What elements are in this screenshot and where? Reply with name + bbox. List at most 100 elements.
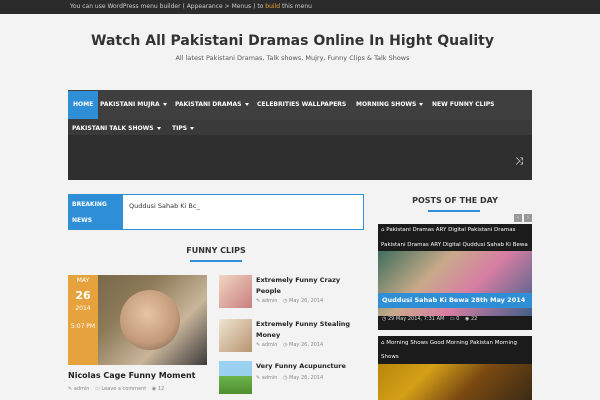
pencil-icon: ✎: [256, 375, 261, 381]
breaking-news-label: BREAKING NEWS: [69, 195, 123, 229]
funny-clips-underline: [190, 260, 242, 262]
pencil-icon: ✎: [256, 342, 261, 348]
nav-item-tips[interactable]: TIPS: [172, 123, 195, 135]
post-views: 12: [157, 386, 165, 392]
list-item: Very Funny Acupuncture ✎ admin ◷ May 26,…: [219, 361, 364, 400]
chevron-down-icon: [244, 103, 249, 106]
nav-lower-band: [68, 135, 532, 180]
nav-label: TIPS: [172, 125, 188, 132]
site-title[interactable]: Watch All Pakistani Dramas Online In Hig…: [0, 33, 585, 49]
list-item: Extremely Funny Stealing Money ✎ admin ◷…: [219, 319, 364, 359]
clock-icon: ◷: [283, 298, 288, 304]
shuffle-icon[interactable]: ⤨: [512, 156, 526, 168]
nav-item-celebrities-wallpapers[interactable]: CELEBRITIES WALLPAPERS: [257, 99, 346, 111]
clock-icon: ◷: [382, 316, 387, 322]
nav-label: MORNING SHOWS: [356, 101, 417, 108]
post-category-line2[interactable]: Shows: [381, 352, 531, 362]
post-category-line1[interactable]: Morning Shows Good Morning Pakistan Morn…: [386, 340, 517, 346]
post-title[interactable]: Very Funny Acupuncture: [256, 361, 366, 372]
post-date: May 26, 2014: [289, 342, 324, 348]
chevron-down-icon: [190, 127, 195, 130]
top-bar-build-link[interactable]: build: [265, 3, 280, 10]
clock-icon: ◷: [283, 342, 288, 348]
post-date: May 26, 2014: [289, 375, 324, 381]
post-category-line1[interactable]: Pakistani Dramas ARY Digital Pakistani D…: [386, 227, 515, 233]
site-tagline: All latest Pakistani Dramas, Talk shows,…: [175, 54, 410, 62]
date-day: 26: [75, 289, 91, 302]
top-bar: You can use WordPress menu builder ( App…: [0, 0, 600, 14]
date-time: 5:07 PM: [70, 323, 96, 330]
featured-post-title[interactable]: Nicolas Cage Funny Moment: [68, 371, 195, 380]
featured-post-photo-subject: [120, 290, 180, 350]
post-date: 29 May 2014, 7:31 AM: [387, 316, 445, 322]
home-icon: ⌂: [381, 227, 385, 233]
post-caption[interactable]: Quddusi Sahab Ki Bewa 28th May 2014: [378, 293, 532, 308]
nav-item-pakistani-talk-shows[interactable]: PAKISTANI TALK SHOWS: [72, 123, 161, 135]
post-title[interactable]: Extremely Funny Crazy People: [256, 275, 366, 297]
chevron-right-icon[interactable]: ›: [524, 214, 532, 222]
post-comments[interactable]: 0: [456, 316, 459, 322]
posts-of-the-day-card[interactable]: ⌂ Morning Shows Good Morning Pakistan Mo…: [378, 336, 532, 400]
nav-label: PAKISTANI DRAMAS: [175, 101, 242, 108]
featured-post-date-badge: MAY 26 2014 5:07 PM: [68, 275, 98, 365]
post-category-line2[interactable]: Pakistani Dramas ARY Digital Quddusi Sah…: [381, 240, 531, 250]
eye-icon: ◉: [465, 316, 470, 322]
nav-item-home[interactable]: HOME: [68, 91, 99, 119]
clock-icon: ◷: [283, 375, 288, 381]
comment-icon: ▭: [95, 386, 100, 392]
nav-item-new-funny-clips[interactable]: NEW FUNNY CLIPS: [432, 99, 494, 111]
post-meta: ✎ admin ◷ May 26, 2014: [256, 375, 323, 381]
nav-row-1: HOME PAKISTANI MUJRA PAKISTANI DRAMAS CE…: [68, 90, 532, 120]
posts-of-the-day-underline: [428, 210, 480, 212]
post-comments-link[interactable]: Leave a comment: [101, 386, 146, 392]
list-item: Extremely Funny Crazy People ✎ admin ◷ M…: [219, 275, 364, 315]
chevron-down-icon: [156, 127, 161, 130]
nav-item-pakistani-mujra[interactable]: PAKISTANI MUJRA: [100, 99, 167, 111]
post-title[interactable]: Extremely Funny Stealing Money: [256, 319, 366, 341]
nav-item-pakistani-dramas[interactable]: PAKISTANI DRAMAS: [175, 99, 249, 111]
featured-post-meta: ✎ admin ▭ Leave a comment ◉ 12: [68, 386, 164, 392]
post-thumbnail[interactable]: [219, 275, 252, 308]
comment-icon: ▭: [449, 316, 455, 322]
post-thumbnail[interactable]: [219, 361, 252, 394]
post-author[interactable]: admin: [74, 386, 90, 392]
post-author[interactable]: admin: [262, 298, 278, 304]
nav-label: PAKISTANI MUJRA: [100, 101, 160, 108]
post-views: 22: [470, 316, 478, 322]
nav-item-morning-shows[interactable]: MORNING SHOWS: [356, 99, 424, 111]
post-categories: ⌂ Pakistani Dramas ARY Digital Pakistani…: [381, 225, 531, 235]
nav-label: NEW FUNNY CLIPS: [432, 101, 495, 108]
post-meta: ✎ admin ◷ May 26, 2014: [256, 298, 323, 304]
pencil-icon: ✎: [256, 298, 261, 304]
pencil-icon: ✎: [68, 386, 73, 392]
home-icon: ⌂: [381, 340, 385, 346]
breaking-news-headline[interactable]: Quddusi Sahab Ki Bc_: [129, 202, 200, 210]
post-date: May 26, 2014: [289, 298, 324, 304]
nav-row-2: PAKISTANI TALK SHOWS TIPS: [68, 120, 532, 132]
eye-icon: ◉: [151, 386, 157, 392]
chevron-left-icon[interactable]: ‹: [514, 214, 522, 222]
slider-arrows: ‹ ›: [514, 214, 532, 222]
date-month: MAY: [76, 277, 90, 284]
post-meta: ✎ admin ◷ May 26, 2014: [256, 342, 323, 348]
breaking-label-line2: NEWS: [72, 217, 93, 224]
post-meta: ◷ 29 May 2014, 7:31 AM ▭ 0 ◉ 22: [382, 316, 477, 322]
post-categories: ⌂ Morning Shows Good Morning Pakistan Mo…: [381, 338, 531, 348]
post-author[interactable]: admin: [262, 342, 278, 348]
post-thumbnail[interactable]: [219, 319, 252, 352]
nav-label: HOME: [73, 101, 94, 108]
main-navigation: HOME PAKISTANI MUJRA PAKISTANI DRAMAS CE…: [68, 90, 532, 180]
post-image[interactable]: [378, 364, 532, 400]
nav-label: CELEBRITIES WALLPAPERS: [257, 101, 347, 108]
posts-of-the-day-card[interactable]: ⌂ Pakistani Dramas ARY Digital Pakistani…: [378, 224, 532, 330]
breaking-news-bar: BREAKING NEWS Quddusi Sahab Ki Bc_: [68, 194, 364, 230]
nav-label: PAKISTANI TALK SHOWS: [72, 125, 154, 132]
post-author[interactable]: admin: [262, 375, 278, 381]
posts-of-the-day-title: POSTS OF THE DAY: [412, 196, 498, 205]
funny-clips-title: FUNNY CLIPS: [186, 246, 246, 255]
top-bar-text: You can use WordPress menu builder ( App…: [70, 3, 266, 10]
date-year: 2014: [75, 305, 91, 312]
top-bar-text-end: this menu: [280, 3, 312, 10]
chevron-down-icon: [419, 103, 424, 106]
chevron-down-icon: [162, 103, 167, 106]
